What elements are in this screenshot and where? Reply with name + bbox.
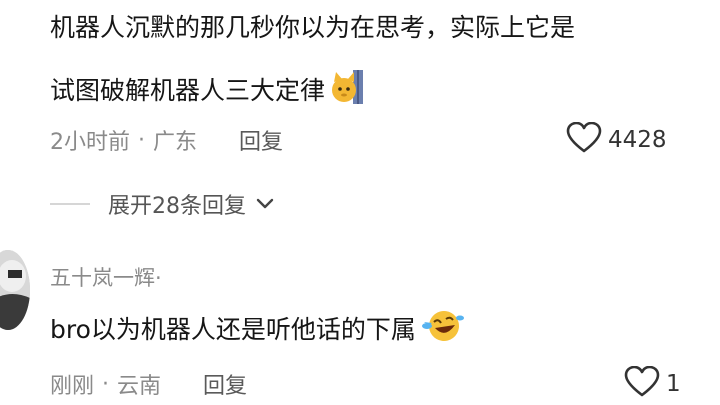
comment-1-location: 广东 (153, 130, 198, 155)
comment-2-text: bro以为机器人还是听他话的下属 (50, 315, 416, 344)
comment-2-text-row: bro以为机器人还是听他话的下属 (50, 308, 466, 352)
comment-1-text-line-2-row: 试图破解机器人三大定律 (50, 70, 364, 112)
meta-separator: · (102, 371, 110, 397)
comment-2-like-count: 1 (666, 371, 681, 397)
comment-2-username[interactable]: 五十岚一辉· (50, 262, 162, 292)
laughing-tears-icon (420, 308, 466, 352)
meta-separator: · (138, 127, 145, 153)
heart-icon (566, 121, 602, 158)
expand-replies-button[interactable]: 展开28条回复 (50, 188, 274, 220)
cat-peeking-icon (331, 70, 364, 112)
comment-1-time: 2小时前 (50, 130, 130, 155)
comment-1-meta: 2小时前 · 广东 回复 (50, 124, 283, 156)
comment-2-meta: 刚刚 · 云南 回复 (50, 368, 247, 400)
avatar[interactable] (0, 250, 30, 330)
expand-divider (50, 203, 90, 205)
comment-2-reply-button[interactable]: 回复 (203, 368, 247, 400)
expand-replies-label: 展开28条回复 (108, 194, 246, 219)
comment-1-reply-button[interactable]: 回复 (239, 124, 283, 156)
comment-2-like-button[interactable]: 1 (624, 365, 681, 402)
heart-icon (624, 365, 660, 402)
comment-1-like-button[interactable]: 4428 (566, 121, 667, 158)
comment-2-time: 刚刚 (50, 374, 95, 399)
comment-1-text-line-1: 机器人沉默的那几秒你以为在思考，实际上它是 (50, 13, 576, 42)
comment-1-text-line-2: 试图破解机器人三大定律 (50, 76, 326, 105)
chevron-down-icon (256, 195, 274, 214)
comment-1-like-count: 4428 (608, 127, 667, 153)
comment-2-location: 云南 (117, 374, 162, 399)
